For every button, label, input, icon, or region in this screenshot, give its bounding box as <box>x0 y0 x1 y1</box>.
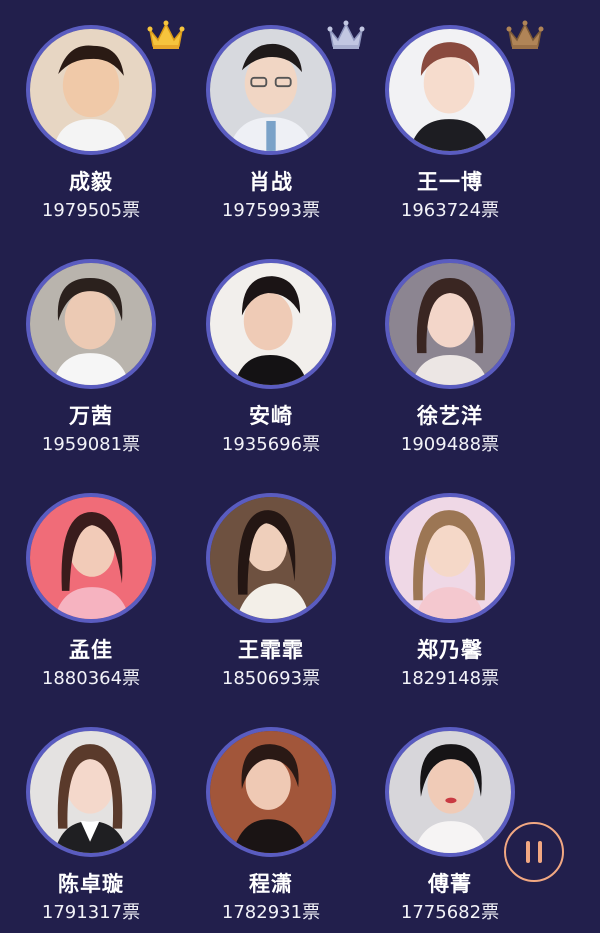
avatar-photo <box>210 731 332 853</box>
contestant-name: 安崎 <box>249 404 293 428</box>
avatar[interactable] <box>385 727 515 857</box>
avatar[interactable] <box>26 727 156 857</box>
vote-count: 1979505票 <box>41 200 141 221</box>
contestant-name: 孟佳 <box>69 638 113 662</box>
avatar[interactable] <box>26 25 156 155</box>
avatar[interactable] <box>385 259 515 389</box>
ranking-grid: 成毅 1979505票 肖战 1975993票 王一博 1963724票 万茜 … <box>0 0 600 933</box>
avatar-photo <box>389 263 511 385</box>
contestant-name: 陈卓璇 <box>58 872 124 896</box>
vote-count: 1935696票 <box>221 434 321 455</box>
vote-count: 1829148票 <box>400 668 500 689</box>
ranking-item[interactable]: 王一博 1963724票 <box>360 0 544 221</box>
bronze-crown-icon <box>506 20 544 49</box>
pause-button[interactable] <box>504 822 564 882</box>
ranking-item[interactable]: 成毅 1979505票 <box>1 0 185 221</box>
avatar[interactable] <box>206 493 336 623</box>
ranking-item[interactable]: 郑乃馨 1829148票 <box>360 468 540 689</box>
vote-count: 1959081票 <box>41 434 141 455</box>
contestant-name: 王霏霏 <box>238 638 304 662</box>
contestant-name: 王一博 <box>417 170 483 194</box>
ranking-item[interactable]: 程潇 1782931票 <box>181 702 361 923</box>
contestant-name: 成毅 <box>69 170 113 194</box>
ranking-item[interactable]: 万茜 1959081票 <box>1 234 181 455</box>
vote-count: 1850693票 <box>221 668 321 689</box>
avatar-photo <box>389 497 511 619</box>
avatar[interactable] <box>206 25 336 155</box>
avatar[interactable] <box>206 259 336 389</box>
avatar[interactable] <box>26 259 156 389</box>
avatar-photo <box>30 497 152 619</box>
avatar-photo <box>210 497 332 619</box>
ranking-item[interactable]: 肖战 1975993票 <box>181 0 365 221</box>
ranking-item[interactable]: 徐艺洋 1909488票 <box>360 234 540 455</box>
ranking-item[interactable]: 安崎 1935696票 <box>181 234 361 455</box>
ranking-item[interactable]: 孟佳 1880364票 <box>1 468 181 689</box>
contestant-name: 郑乃馨 <box>417 638 483 662</box>
contestant-name: 徐艺洋 <box>417 404 483 428</box>
contestant-name: 万茜 <box>69 404 113 428</box>
avatar-photo <box>30 263 152 385</box>
avatar-photo <box>389 29 511 151</box>
avatar-photo <box>210 29 332 151</box>
avatar-photo <box>210 263 332 385</box>
vote-count: 1909488票 <box>400 434 500 455</box>
vote-count: 1782931票 <box>221 902 321 923</box>
avatar-photo <box>30 29 152 151</box>
contestant-name: 肖战 <box>249 170 293 194</box>
avatar[interactable] <box>26 493 156 623</box>
gold-crown-icon <box>147 20 185 49</box>
avatar[interactable] <box>385 493 515 623</box>
avatar-photo <box>30 731 152 853</box>
vote-count: 1963724票 <box>400 200 500 221</box>
vote-count: 1791317票 <box>41 902 141 923</box>
contestant-name: 程潇 <box>249 872 293 896</box>
vote-count: 1880364票 <box>41 668 141 689</box>
avatar[interactable] <box>385 25 515 155</box>
vote-count: 1975993票 <box>221 200 321 221</box>
ranking-item[interactable]: 陈卓璇 1791317票 <box>1 702 181 923</box>
ranking-item[interactable]: 王霏霏 1850693票 <box>181 468 361 689</box>
contestant-name: 傅菁 <box>428 872 472 896</box>
vote-count: 1775682票 <box>400 902 500 923</box>
avatar[interactable] <box>206 727 336 857</box>
ranking-item[interactable]: 傅菁 1775682票 <box>360 702 540 923</box>
avatar-photo <box>389 731 511 853</box>
